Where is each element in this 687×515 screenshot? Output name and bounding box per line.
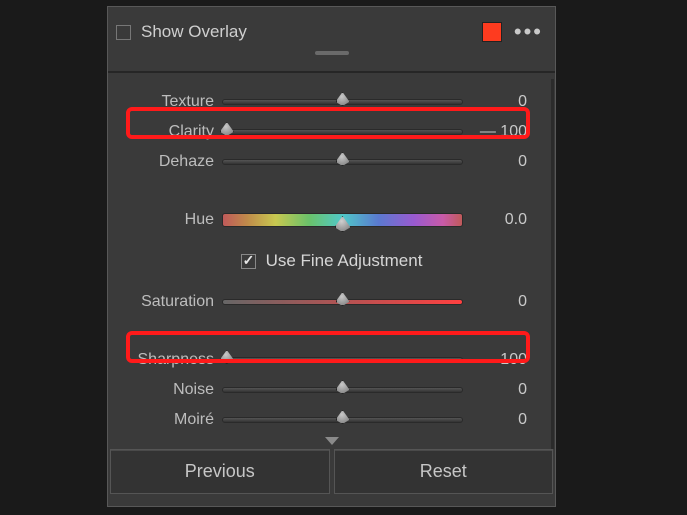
reset-button[interactable]: Reset: [334, 449, 554, 494]
moire-row: Moiré 0: [112, 405, 551, 435]
moire-label: Moiré: [112, 411, 222, 429]
sharpness-handle[interactable]: [220, 350, 234, 364]
show-overlay-checkbox[interactable]: [116, 25, 131, 40]
fine-adjustment-checkbox[interactable]: [241, 254, 256, 269]
dehaze-slider[interactable]: [222, 155, 463, 169]
clarity-label: Clarity: [112, 123, 222, 141]
texture-value[interactable]: 0: [463, 93, 527, 111]
header-left: Show Overlay: [116, 22, 247, 42]
panel-header: Show Overlay •••: [108, 7, 555, 57]
dehaze-row: Dehaze 0: [112, 147, 551, 177]
clarity-handle[interactable]: [220, 122, 234, 136]
sharpness-value[interactable]: — 100: [463, 351, 527, 369]
saturation-row: Saturation 0: [112, 287, 551, 317]
hue-value[interactable]: 0.0: [463, 211, 527, 229]
sharpness-row: Sharpness — 100: [112, 345, 551, 375]
fine-adjustment-row: Use Fine Adjustment: [112, 241, 551, 281]
clarity-row: Clarity — 100: [112, 117, 551, 147]
show-overlay-label: Show Overlay: [141, 22, 247, 42]
header-right: •••: [482, 22, 543, 42]
texture-handle[interactable]: [336, 92, 350, 106]
previous-button[interactable]: Previous: [110, 449, 330, 494]
hue-slider[interactable]: [222, 213, 463, 227]
moire-value[interactable]: 0: [463, 411, 527, 429]
noise-label: Noise: [112, 381, 222, 399]
noise-handle[interactable]: [336, 380, 350, 394]
sliders-area: Texture 0 Clarity — 100 Dehaze 0: [108, 73, 555, 445]
expand-arrow[interactable]: [112, 437, 551, 451]
dehaze-value[interactable]: 0: [463, 153, 527, 171]
panel: Show Overlay ••• Texture 0 Clarity — 100: [107, 6, 556, 507]
more-options-icon[interactable]: •••: [514, 27, 543, 37]
saturation-handle[interactable]: [336, 292, 350, 306]
texture-row: Texture 0: [112, 87, 551, 117]
noise-slider[interactable]: [222, 383, 463, 397]
texture-label: Texture: [112, 93, 222, 111]
fine-adjustment-label: Use Fine Adjustment: [266, 251, 423, 271]
saturation-value[interactable]: 0: [463, 293, 527, 311]
noise-value[interactable]: 0: [463, 381, 527, 399]
dehaze-label: Dehaze: [112, 153, 222, 171]
panel-grip[interactable]: [108, 57, 555, 71]
clarity-value[interactable]: — 100: [463, 123, 527, 141]
clarity-slider[interactable]: [222, 125, 463, 139]
noise-row: Noise 0: [112, 375, 551, 405]
texture-slider[interactable]: [222, 95, 463, 109]
moire-slider[interactable]: [222, 413, 463, 427]
footer: Previous Reset: [108, 445, 555, 496]
moire-handle[interactable]: [336, 410, 350, 424]
sharpness-label: Sharpness: [112, 351, 222, 369]
hue-handle[interactable]: [335, 216, 351, 232]
saturation-slider[interactable]: [222, 295, 463, 309]
saturation-label: Saturation: [112, 293, 222, 311]
hue-row: Hue 0.0: [112, 205, 551, 235]
scrollbar[interactable]: [551, 79, 554, 449]
chevron-down-icon: [325, 437, 339, 445]
sharpness-slider[interactable]: [222, 353, 463, 367]
hue-label: Hue: [112, 211, 222, 229]
overlay-color-swatch[interactable]: [482, 22, 502, 42]
dehaze-handle[interactable]: [336, 152, 350, 166]
